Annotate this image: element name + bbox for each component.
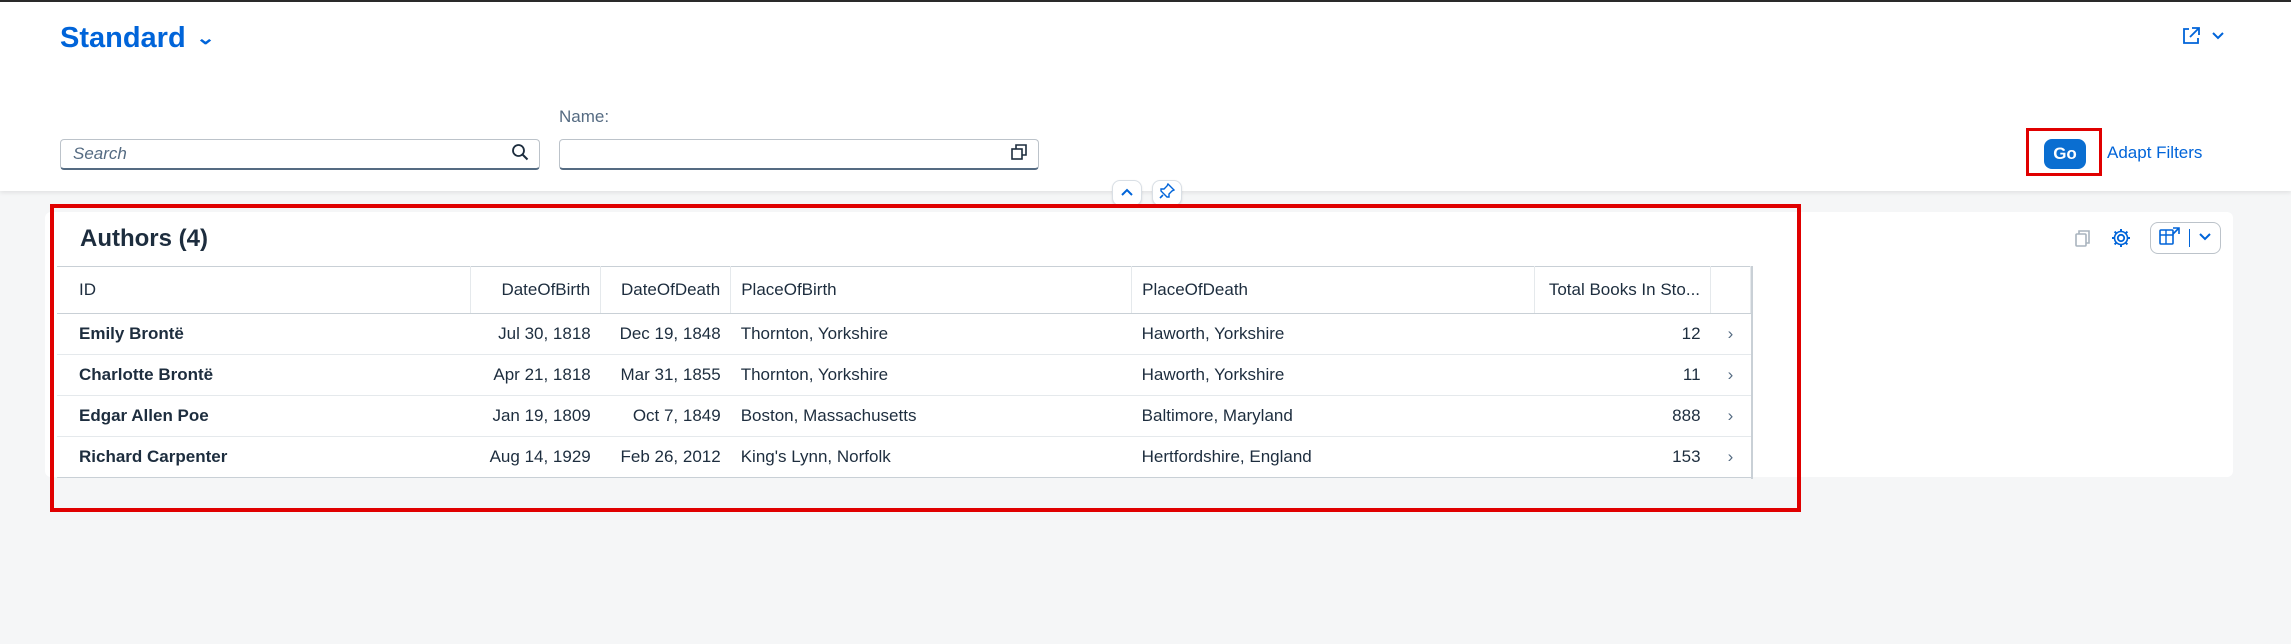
header-toggle-buttons [1112,180,1182,206]
share-icon [2181,26,2201,46]
value-help-icon[interactable] [1010,143,1028,166]
table-highlight-box [50,204,1801,512]
share-menu-button[interactable] [2181,26,2225,46]
search-input[interactable] [73,144,511,164]
pin-header-button[interactable] [1152,180,1182,206]
adapt-filters-button[interactable]: Adapt Filters [2107,143,2202,163]
chevron-down-icon[interactable] [2198,229,2212,247]
chevron-down-icon [2211,31,2225,41]
go-button[interactable]: Go [2044,139,2086,169]
name-field-label: Name: [559,107,610,126]
export-split-button[interactable] [2150,222,2221,254]
collapse-header-button[interactable] [1112,180,1142,206]
variant-title: Standard [60,22,186,54]
search-field[interactable] [60,139,540,170]
name-filter-field[interactable] [559,139,1039,170]
table-toolbar [2072,222,2221,254]
chevron-up-icon [1120,184,1134,202]
name-input[interactable] [572,144,1010,164]
copy-icon[interactable] [2072,228,2092,248]
search-icon[interactable] [511,143,529,166]
variant-selector[interactable]: Standard ⌄ [60,22,216,55]
split-separator [2189,229,2190,247]
chevron-down-icon: ⌄ [195,28,216,48]
export-spreadsheet-icon[interactable] [2159,226,2181,251]
filter-bar-header: Standard ⌄ Name: Go Adapt Filters [0,0,2291,206]
pin-icon [1159,182,1176,204]
settings-gear-icon[interactable] [2110,227,2132,249]
